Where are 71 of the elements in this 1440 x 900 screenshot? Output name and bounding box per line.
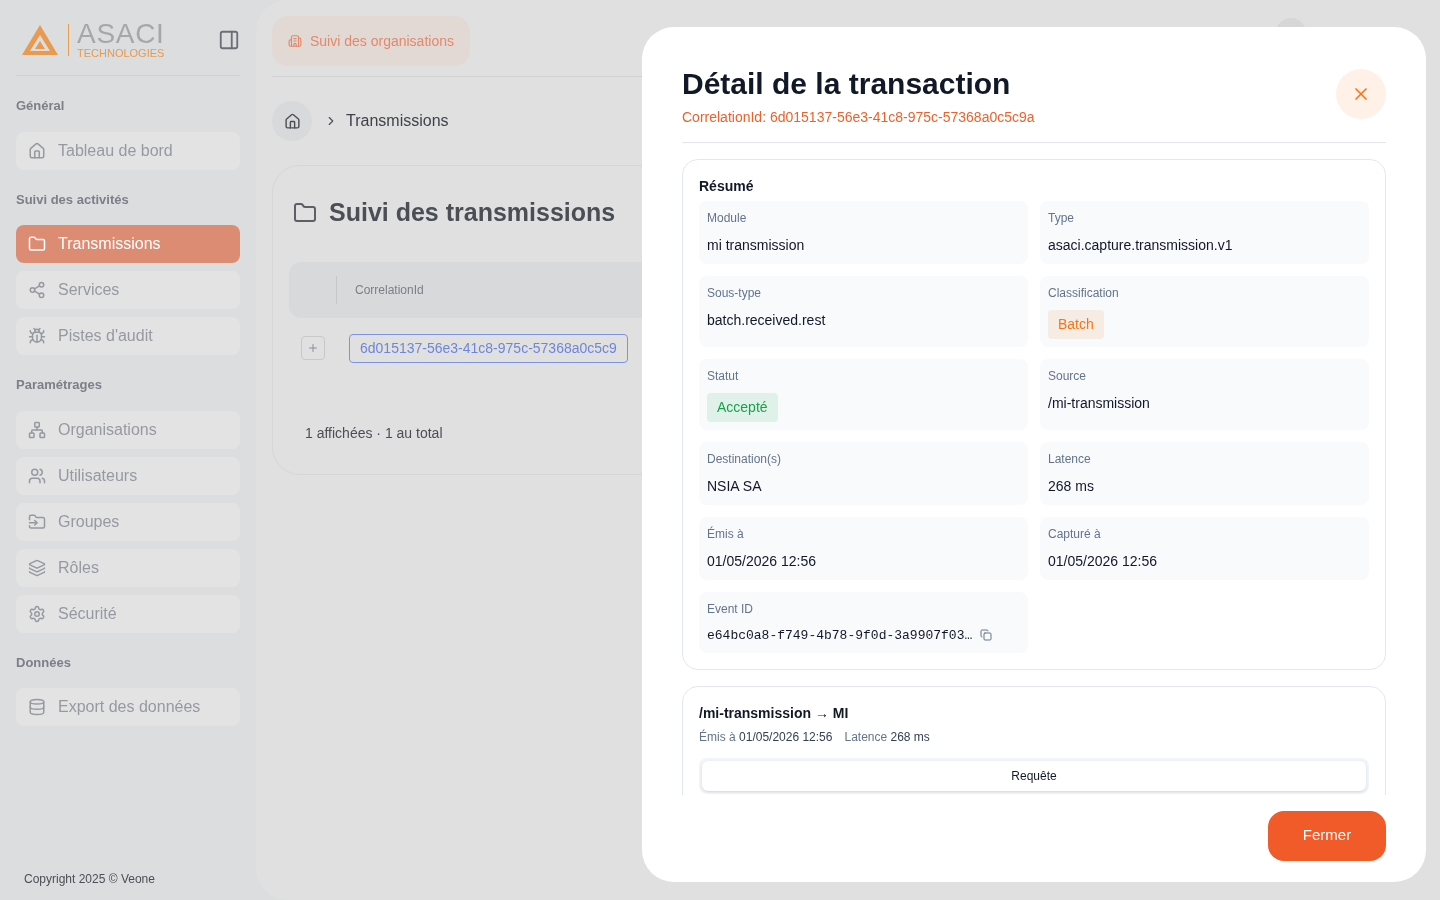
correlation-id-link[interactable]: 6d015137-56e3-41c8-975c-57368a0c5c9 — [349, 333, 628, 363]
copy-icon[interactable] — [980, 629, 993, 642]
field-label: Statut — [707, 367, 740, 385]
section-title: Paramétrages — [16, 376, 103, 394]
database-icon — [28, 698, 46, 716]
hierarchy-icon — [28, 420, 46, 439]
section-title: Suivi des activités — [16, 190, 130, 209]
plus-icon — [307, 342, 319, 354]
home-icon — [28, 141, 46, 160]
nodes-icon — [28, 281, 46, 299]
sidebar-item[interactable]: Tableau de bord — [16, 131, 240, 170]
field-label: Source — [1048, 367, 1088, 385]
page-title: Suivi des transmissions — [329, 197, 616, 228]
sidebar-item[interactable]: Utilisateurs — [16, 456, 240, 495]
field-label: Émis à — [707, 525, 745, 543]
sidebar-toggle-icon[interactable] — [218, 28, 240, 51]
modal-title: Détail de la transaction — [682, 66, 1012, 102]
field-label: Module — [707, 209, 748, 227]
field-label: Capturé à — [1048, 525, 1102, 543]
expand-button[interactable] — [301, 336, 325, 360]
correlation-id: CorrelationId: 6d015137-56e3-41c8-975c-57368a0c5c9a — [682, 107, 1035, 127]
field-label: Destination(s) — [707, 450, 783, 468]
sidebar-item[interactable]: Groupes — [16, 502, 240, 541]
sidebar-item[interactable]: Pistes d'audit — [16, 317, 240, 355]
settings-icon — [28, 604, 46, 623]
section-title: Général — [16, 97, 66, 115]
field-value: 01/05/2026 12:56 — [1048, 551, 1158, 571]
layers-icon — [28, 558, 46, 577]
hop-title: /mi-transmission → MI — [699, 704, 850, 723]
field-label: Classification — [1048, 284, 1120, 302]
sidebar-item[interactable]: Transmissions — [16, 225, 240, 263]
field-value: 01/05/2026 12:56 — [707, 551, 817, 571]
sidebar-item[interactable]: Sécurité — [16, 594, 240, 633]
folder-icon — [28, 512, 46, 531]
field-value: mi transmission — [707, 235, 806, 255]
table-count: 1 affichées · 1 au total — [304, 423, 444, 443]
field-value: asaci.capture.transmission.v1 — [1048, 235, 1234, 255]
field-label: Latence — [1048, 450, 1092, 468]
home-icon — [283, 112, 301, 130]
folder-icon — [28, 235, 46, 253]
copyright: Copyright 2025 © Veone — [23, 871, 156, 888]
organisations-button[interactable]: Suivi des organisations — [272, 16, 470, 66]
field-value: batch.received.rest — [707, 310, 827, 330]
field-value: 268 ms — [1048, 476, 1095, 496]
field-label: Type — [1048, 209, 1075, 227]
status-badge: Batch — [1048, 309, 1104, 339]
bug-icon — [28, 327, 46, 345]
latency-info: Latence 268 ms — [844, 729, 930, 746]
folder-icon — [293, 200, 317, 225]
summary-title: Résumé — [699, 176, 755, 196]
sidebar-item[interactable]: Services — [16, 271, 240, 309]
field-label: Sous-type — [707, 284, 763, 302]
column-header: CorrelationId — [355, 281, 424, 299]
users-icon — [28, 466, 46, 485]
request-tab[interactable]: Requête — [702, 761, 1366, 791]
field-value: /mi-transmission — [1048, 393, 1151, 413]
breadcrumb-item[interactable]: Transmissions — [346, 109, 449, 133]
close-modal-button[interactable]: Fermer — [1268, 810, 1386, 861]
field-value: NSIA SA — [707, 476, 763, 496]
field-label: Event ID — [707, 600, 755, 618]
sidebar-item[interactable]: Export des données — [16, 688, 240, 726]
sidebar-item[interactable]: Organisations — [16, 410, 240, 449]
section-title: Données — [16, 653, 72, 672]
field-value: e64bc0a8-f749-4b78-9f0d-3a9907f03… — [707, 626, 973, 645]
status-badge: Accepté — [707, 392, 778, 422]
home-button[interactable] — [272, 101, 312, 141]
close-button[interactable] — [1336, 69, 1386, 119]
building-icon — [288, 34, 302, 48]
logo-subtitle: TECHNOLOGIES — [77, 48, 165, 59]
emitted-info: Émis à 01/05/2026 12:56 — [699, 728, 833, 746]
sidebar-item[interactable]: Rôles — [16, 548, 240, 587]
